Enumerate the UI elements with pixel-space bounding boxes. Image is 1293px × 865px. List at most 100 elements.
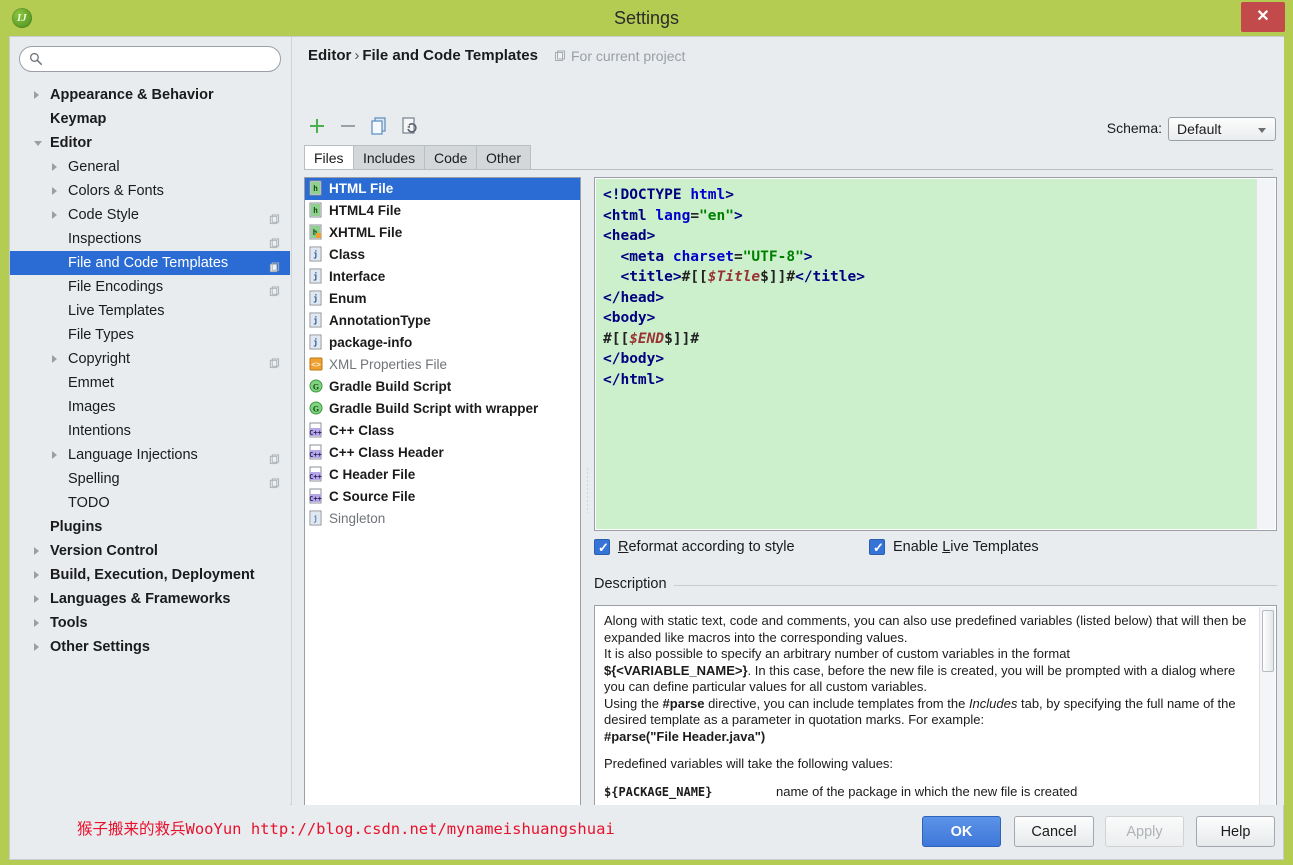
sidebar-item-tools[interactable]: Tools [10,611,290,635]
cancel-button[interactable]: Cancel [1014,816,1094,847]
sidebar-item-plugins[interactable]: Plugins [10,515,290,539]
sidebar-item-inspections[interactable]: Inspections [10,227,290,251]
description-scrollbar-thumb[interactable] [1262,610,1274,672]
template-list-item[interactable]: C++C++ Class Header [305,442,580,464]
chevron-right-icon[interactable] [34,91,39,99]
sidebar-item-todo[interactable]: TODO [10,491,290,515]
template-list-item-label: package-info [329,335,412,350]
tab-other[interactable]: Other [476,145,531,170]
sidebar-item-intentions[interactable]: Intentions [10,419,290,443]
description-paragraph: It is also possible to specify an arbitr… [604,646,1249,663]
sidebar-item-file-and-code-templates[interactable]: File and Code Templates [10,251,290,275]
sidebar-item-label: Inspections [68,227,141,251]
sidebar-item-label: Language Injections [68,443,198,467]
sidebar-item-editor[interactable]: Editor [10,131,290,155]
schema-dropdown[interactable]: Default [1168,117,1276,141]
plus-icon [304,113,330,139]
template-code-editor[interactable]: <!DOCTYPE html><html lang="en"><head> <m… [594,177,1277,531]
template-list-item[interactable]: GGradle Build Script [305,376,580,398]
chevron-right-icon[interactable] [34,643,39,651]
sidebar-item-live-templates[interactable]: Live Templates [10,299,290,323]
chevron-right-icon[interactable] [34,619,39,627]
panel-splitter[interactable] [583,177,593,815]
template-list-item[interactable]: jpackage-info [305,332,580,354]
ok-button[interactable]: OK [922,816,1001,847]
sidebar-item-general[interactable]: General [10,155,290,179]
code-line: <body> [603,308,1258,329]
template-list-item[interactable]: C++C Header File [305,464,580,486]
template-list-item[interactable]: C++C++ Class [305,420,580,442]
sidebar-item-language-injections[interactable]: Language Injections [10,443,290,467]
chevron-right-icon[interactable] [52,163,57,171]
tab-includes[interactable]: Includes [353,145,425,170]
template-list-item[interactable]: jInterface [305,266,580,288]
template-list-item[interactable]: GGradle Build Script with wrapper [305,398,580,420]
scope-badge-icon [269,286,280,297]
template-list-item[interactable]: hHTML4 File [305,200,580,222]
reset-template-button[interactable] [397,113,423,139]
tab-code[interactable]: Code [424,145,477,170]
scope-badge-icon [269,233,280,244]
code-token-var: $END [629,331,664,347]
template-list-item[interactable]: hXHTML File [305,222,580,244]
checkbox-checked-icon: ✓ [594,539,610,555]
chevron-down-icon[interactable] [34,141,42,146]
sidebar-item-version-control[interactable]: Version Control [10,539,290,563]
code-token-plain: = [734,249,743,265]
settings-tree[interactable]: Appearance & BehaviorKeymapEditorGeneral… [10,83,290,803]
apply-button: Apply [1105,816,1184,847]
sidebar-item-code-style[interactable]: Code Style [10,203,290,227]
sidebar-item-keymap[interactable]: Keymap [10,107,290,131]
chevron-right-icon[interactable] [34,595,39,603]
breadcrumb-parent[interactable]: Editor [308,47,351,64]
title-bar: IJ Settings ✕ [0,0,1293,36]
template-list-item[interactable]: hHTML File [305,178,580,200]
code-token-tag: <html [603,208,655,224]
chevron-right-icon[interactable] [34,547,39,555]
sidebar-item-build-execution-deployment[interactable]: Build, Execution, Deployment [10,563,290,587]
svg-text:j: j [313,514,318,523]
template-list-item[interactable]: C++C Source File [305,486,580,508]
sidebar-item-colors-fonts[interactable]: Colors & Fonts [10,179,290,203]
sidebar-item-appearance-behavior[interactable]: Appearance & Behavior [10,83,290,107]
chevron-right-icon[interactable] [34,571,39,579]
remove-template-button[interactable] [335,113,361,139]
sidebar-item-copyright[interactable]: Copyright [10,347,290,371]
template-code-text[interactable]: <!DOCTYPE html><html lang="en"><head> <m… [596,179,1258,529]
sidebar-item-images[interactable]: Images [10,395,290,419]
template-list-item[interactable]: jEnum [305,288,580,310]
template-list-item[interactable]: jClass [305,244,580,266]
svg-text:G: G [313,383,319,392]
chevron-right-icon[interactable] [52,211,57,219]
template-list-item[interactable]: <>XML Properties File [305,354,580,376]
sidebar-item-emmet[interactable]: Emmet [10,371,290,395]
copy-template-button[interactable] [366,113,392,139]
close-button[interactable]: ✕ [1241,2,1285,32]
code-line: <head> [603,226,1258,247]
help-button[interactable]: Help [1196,816,1275,847]
template-list[interactable]: hHTML FilehHTML4 FilehXHTML FilejClassjI… [304,177,581,815]
chevron-right-icon[interactable] [52,451,57,459]
sidebar-item-label: Other Settings [50,635,150,659]
chevron-right-icon[interactable] [52,355,57,363]
search-box[interactable] [19,46,281,72]
template-list-item[interactable]: jSingleton [305,508,580,530]
sidebar-item-file-encodings[interactable]: File Encodings [10,275,290,299]
sidebar-item-spelling[interactable]: Spelling [10,467,290,491]
sidebar-item-label: File Types [68,323,134,347]
sidebar-item-languages-frameworks[interactable]: Languages & Frameworks [10,587,290,611]
chevron-right-icon[interactable] [52,187,57,195]
search-icon [29,52,43,66]
description-body: Along with static text, code and comment… [595,606,1259,814]
sidebar-item-file-types[interactable]: File Types [10,323,290,347]
project-scope-indicator: For current project [554,48,685,64]
description-scrollbar[interactable] [1259,607,1275,815]
sidebar-item-other-settings[interactable]: Other Settings [10,635,290,659]
close-icon: ✕ [1241,2,1285,32]
svg-text:G: G [313,405,319,414]
search-input[interactable] [48,50,272,68]
add-template-button[interactable] [304,113,330,139]
tab-files[interactable]: Files [304,145,354,170]
template-list-item[interactable]: jAnnotationType [305,310,580,332]
template-list-item-label: HTML4 File [329,203,401,218]
